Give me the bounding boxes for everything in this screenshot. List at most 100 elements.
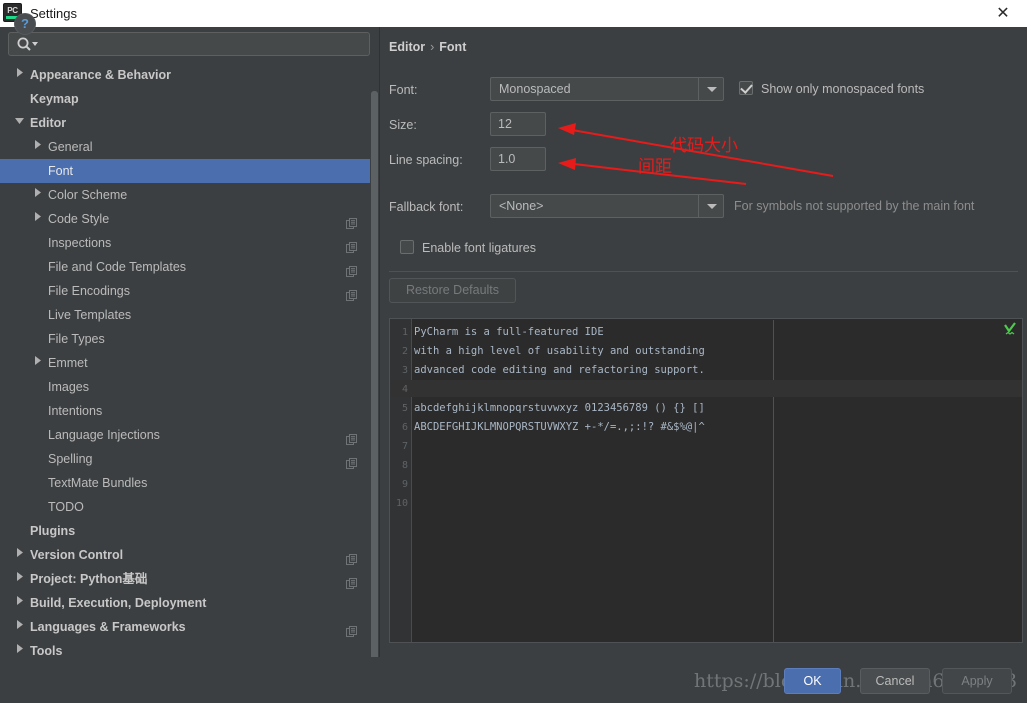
font-label: Font: bbox=[389, 83, 418, 97]
settings-tree: Appearance & Behavior Keymap Editor General… bbox=[0, 63, 379, 655]
apply-button[interactable]: Apply bbox=[942, 668, 1012, 694]
sidebar-item-label: TODO bbox=[48, 500, 84, 514]
chevron-right-icon[interactable] bbox=[30, 351, 44, 375]
line-number: 10 bbox=[395, 498, 408, 509]
search-input[interactable] bbox=[44, 33, 366, 55]
line-number: 9 bbox=[401, 479, 408, 490]
copy-settings-icon[interactable] bbox=[346, 573, 357, 589]
cancel-button[interactable]: Cancel bbox=[860, 668, 930, 694]
sidebar-item-plugins[interactable]: Plugins bbox=[0, 519, 379, 543]
close-icon[interactable]: ✕ bbox=[985, 0, 1021, 27]
sidebar-item-live-templates[interactable]: Live Templates bbox=[0, 303, 379, 327]
sidebar-item-version-control[interactable]: Version Control bbox=[0, 543, 379, 567]
sidebar-item-label: Keymap bbox=[30, 92, 79, 106]
sidebar-item-general[interactable]: General bbox=[0, 135, 379, 159]
sidebar-item-todo[interactable]: TODO bbox=[0, 495, 379, 519]
chevron-right-icon[interactable] bbox=[30, 135, 44, 159]
sidebar-item-file-and-code-templates[interactable]: File and Code Templates bbox=[0, 255, 379, 279]
sidebar-item-font[interactable]: Font bbox=[0, 159, 379, 183]
preview-code-line: with a high level of usability and outst… bbox=[414, 345, 705, 357]
ok-button[interactable]: OK bbox=[784, 668, 841, 694]
line-spacing-value: 1.0 bbox=[498, 152, 516, 166]
fallback-font-combobox[interactable]: <None> bbox=[490, 194, 724, 218]
copy-settings-icon[interactable] bbox=[346, 261, 357, 277]
sidebar-item-file-encodings[interactable]: File Encodings bbox=[0, 279, 379, 303]
sidebar-item-color-scheme[interactable]: Color Scheme bbox=[0, 183, 379, 207]
sidebar-item-language-injections[interactable]: Language Injections bbox=[0, 423, 379, 447]
chevron-right-icon[interactable] bbox=[12, 543, 26, 567]
line-number: 3 bbox=[401, 365, 408, 376]
sidebar-item-build-execution-deployment[interactable]: Build, Execution, Deployment bbox=[0, 591, 379, 615]
chevron-right-icon[interactable] bbox=[30, 183, 44, 207]
copy-settings-icon[interactable] bbox=[346, 237, 357, 253]
inspection-ok-icon[interactable] bbox=[1003, 322, 1017, 336]
line-spacing-input[interactable]: 1.0 bbox=[490, 147, 546, 171]
size-label: Size: bbox=[389, 118, 417, 132]
enable-ligatures-checkbox[interactable] bbox=[400, 240, 414, 254]
sidebar-item-images[interactable]: Images bbox=[0, 375, 379, 399]
sidebar-item-intentions[interactable]: Intentions bbox=[0, 399, 379, 423]
gutter-separator bbox=[411, 319, 412, 642]
sidebar-item-file-types[interactable]: File Types bbox=[0, 327, 379, 351]
line-number: 8 bbox=[401, 460, 408, 471]
chevron-right-icon[interactable] bbox=[12, 591, 26, 615]
chevron-down-icon[interactable] bbox=[12, 111, 26, 135]
sidebar-item-appearance-behavior[interactable]: Appearance & Behavior bbox=[0, 63, 379, 87]
search-icon[interactable] bbox=[16, 36, 42, 52]
sidebar-item-label: Plugins bbox=[30, 524, 76, 538]
sidebar-item-label: Live Templates bbox=[48, 308, 132, 322]
sidebar-item-project-python[interactable]: Project: Python基础 bbox=[0, 567, 379, 591]
copy-settings-icon[interactable] bbox=[346, 213, 357, 229]
chevron-right-icon[interactable] bbox=[30, 207, 44, 231]
breadcrumb-root[interactable]: Editor bbox=[389, 40, 425, 54]
breadcrumb-separator-icon: › bbox=[430, 40, 435, 54]
preview-code-line: PyCharm is a full-featured IDE bbox=[414, 326, 604, 338]
fallback-font-label: Fallback font: bbox=[389, 200, 464, 214]
window-title-bar: PC Settings ✕ bbox=[0, 0, 1027, 28]
show-monospaced-checkbox[interactable] bbox=[739, 81, 753, 95]
chevron-right-icon[interactable] bbox=[12, 63, 26, 87]
help-icon[interactable]: ? bbox=[14, 13, 36, 35]
search-field-wrapper bbox=[8, 32, 370, 56]
sidebar-item-label: Emmet bbox=[48, 356, 88, 370]
sidebar-item-label: Images bbox=[48, 380, 89, 394]
line-number: 7 bbox=[401, 441, 408, 452]
sidebar-item-label: Languages & Frameworks bbox=[30, 620, 186, 634]
copy-settings-icon[interactable] bbox=[346, 549, 357, 565]
sidebar-item-label: Editor bbox=[30, 116, 67, 130]
copy-settings-icon[interactable] bbox=[346, 285, 357, 301]
annotation-label-spacing: 间距 bbox=[638, 157, 672, 177]
sidebar-item-editor[interactable]: Editor bbox=[0, 111, 379, 135]
sidebar-item-label: Build, Execution, Deployment bbox=[30, 596, 207, 610]
sidebar-item-inspections[interactable]: Inspections bbox=[0, 231, 379, 255]
sidebar-item-tools[interactable]: Tools bbox=[0, 639, 379, 655]
copy-settings-icon[interactable] bbox=[346, 621, 357, 637]
font-family-combobox[interactable]: Monospaced bbox=[490, 77, 724, 101]
chevron-right-icon[interactable] bbox=[12, 639, 26, 655]
font-preview-editor[interactable]: 1 2 3 4 5 6 7 8 9 10 PyCharm is a full-featured I… bbox=[389, 318, 1023, 643]
sidebar-item-emmet[interactable]: Emmet bbox=[0, 351, 379, 375]
sidebar-item-languages-frameworks[interactable]: Languages & Frameworks bbox=[0, 615, 379, 639]
sidebar-item-textmate-bundles[interactable]: TextMate Bundles bbox=[0, 471, 379, 495]
sidebar-item-code-style[interactable]: Code Style bbox=[0, 207, 379, 231]
sidebar-item-label: Color Scheme bbox=[48, 188, 128, 202]
fallback-font-hint: For symbols not supported by the main fo… bbox=[734, 199, 975, 213]
chevron-right-icon[interactable] bbox=[12, 567, 26, 591]
sidebar-scrollbar-thumb[interactable] bbox=[371, 91, 378, 671]
copy-settings-icon[interactable] bbox=[346, 429, 357, 445]
sidebar-item-label: Language Injections bbox=[48, 428, 160, 442]
sidebar-item-keymap[interactable]: Keymap bbox=[0, 87, 379, 111]
sidebar-item-spelling[interactable]: Spelling bbox=[0, 447, 379, 471]
chevron-right-icon[interactable] bbox=[12, 615, 26, 639]
restore-defaults-button[interactable]: Restore Defaults bbox=[389, 278, 516, 303]
sidebar-item-label: General bbox=[48, 140, 93, 154]
chevron-down-icon[interactable] bbox=[698, 78, 723, 100]
section-divider bbox=[389, 271, 1018, 272]
line-spacing-label: Line spacing: bbox=[389, 153, 463, 167]
sidebar-item-label: Intentions bbox=[48, 404, 103, 418]
copy-settings-icon[interactable] bbox=[346, 453, 357, 469]
font-size-input[interactable]: 12 bbox=[490, 112, 546, 136]
breadcrumb-leaf: Font bbox=[439, 40, 467, 54]
chevron-down-icon[interactable] bbox=[698, 195, 723, 217]
sidebar-item-label: Tools bbox=[30, 644, 63, 655]
